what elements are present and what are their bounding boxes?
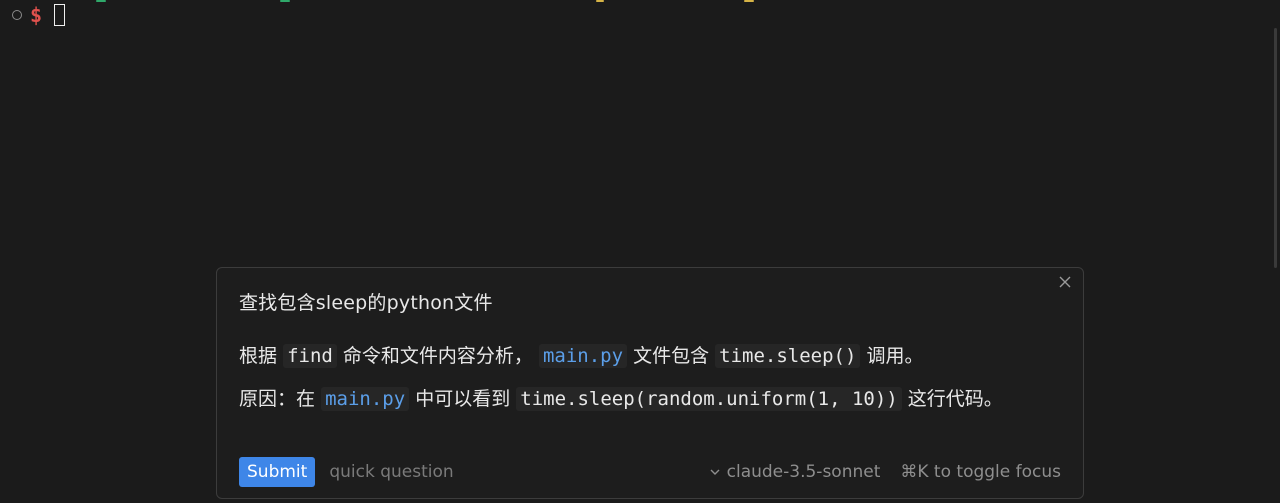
chevron-down-glyph (710, 469, 720, 475)
ai-answer-panel: 查找包含sleep的python文件 根据 find 命令和文件内容分析， ma… (216, 267, 1084, 499)
colored-fragment (96, 0, 106, 2)
quick-question-input[interactable] (327, 461, 632, 483)
ai-answer: 根据 find 命令和文件内容分析， main.py 文件包含 time.sle… (239, 340, 1039, 416)
answer-text: 命令和文件内容分析， (342, 345, 533, 367)
answer-text: 这行代码。 (907, 388, 1003, 410)
inline-code: find (283, 344, 337, 368)
command-status-icon (12, 10, 22, 20)
answer-line: 原因：在 main.py 中可以看到 time.sleep(random.uni… (239, 383, 1039, 416)
terminal-previous-line-fragment (0, 0, 1280, 6)
chevron-down-icon (709, 466, 721, 478)
answer-text: 文件包含 (633, 345, 710, 367)
model-selector[interactable]: claude-3.5-sonnet (709, 462, 881, 482)
model-name: claude-3.5-sonnet (726, 462, 881, 482)
close-icon[interactable] (1057, 274, 1073, 290)
inline-code: time.sleep() (715, 344, 861, 368)
answer-text: 原因：在 (239, 388, 316, 410)
prompt-symbol: $ (30, 3, 43, 27)
colored-fragment (280, 0, 290, 2)
terminal-prompt-line[interactable]: $ (12, 0, 66, 30)
toggle-focus-hint: ⌘K to toggle focus (900, 462, 1061, 482)
colored-fragment (596, 0, 604, 2)
answer-text: 根据 (239, 345, 278, 367)
panel-footer: Submit claude-3.5-sonnet ⌘K to toggle fo… (239, 456, 1061, 488)
terminal-scrollbar[interactable] (1274, 28, 1277, 268)
answer-line: 根据 find 命令和文件内容分析， main.py 文件包含 time.sle… (239, 340, 1039, 373)
answer-text: 中可以看到 (415, 388, 511, 410)
submit-button[interactable]: Submit (239, 457, 316, 487)
colored-fragment (744, 0, 754, 2)
terminal-cursor (54, 4, 66, 26)
inline-code: time.sleep(random.uniform(1, 10)) (516, 387, 902, 411)
file-link[interactable]: main.py (538, 344, 628, 368)
user-query: 查找包含sleep的python文件 (239, 292, 493, 314)
answer-text: 调用。 (866, 345, 924, 367)
close-icon-glyph (1059, 276, 1071, 288)
file-link[interactable]: main.py (321, 387, 410, 411)
